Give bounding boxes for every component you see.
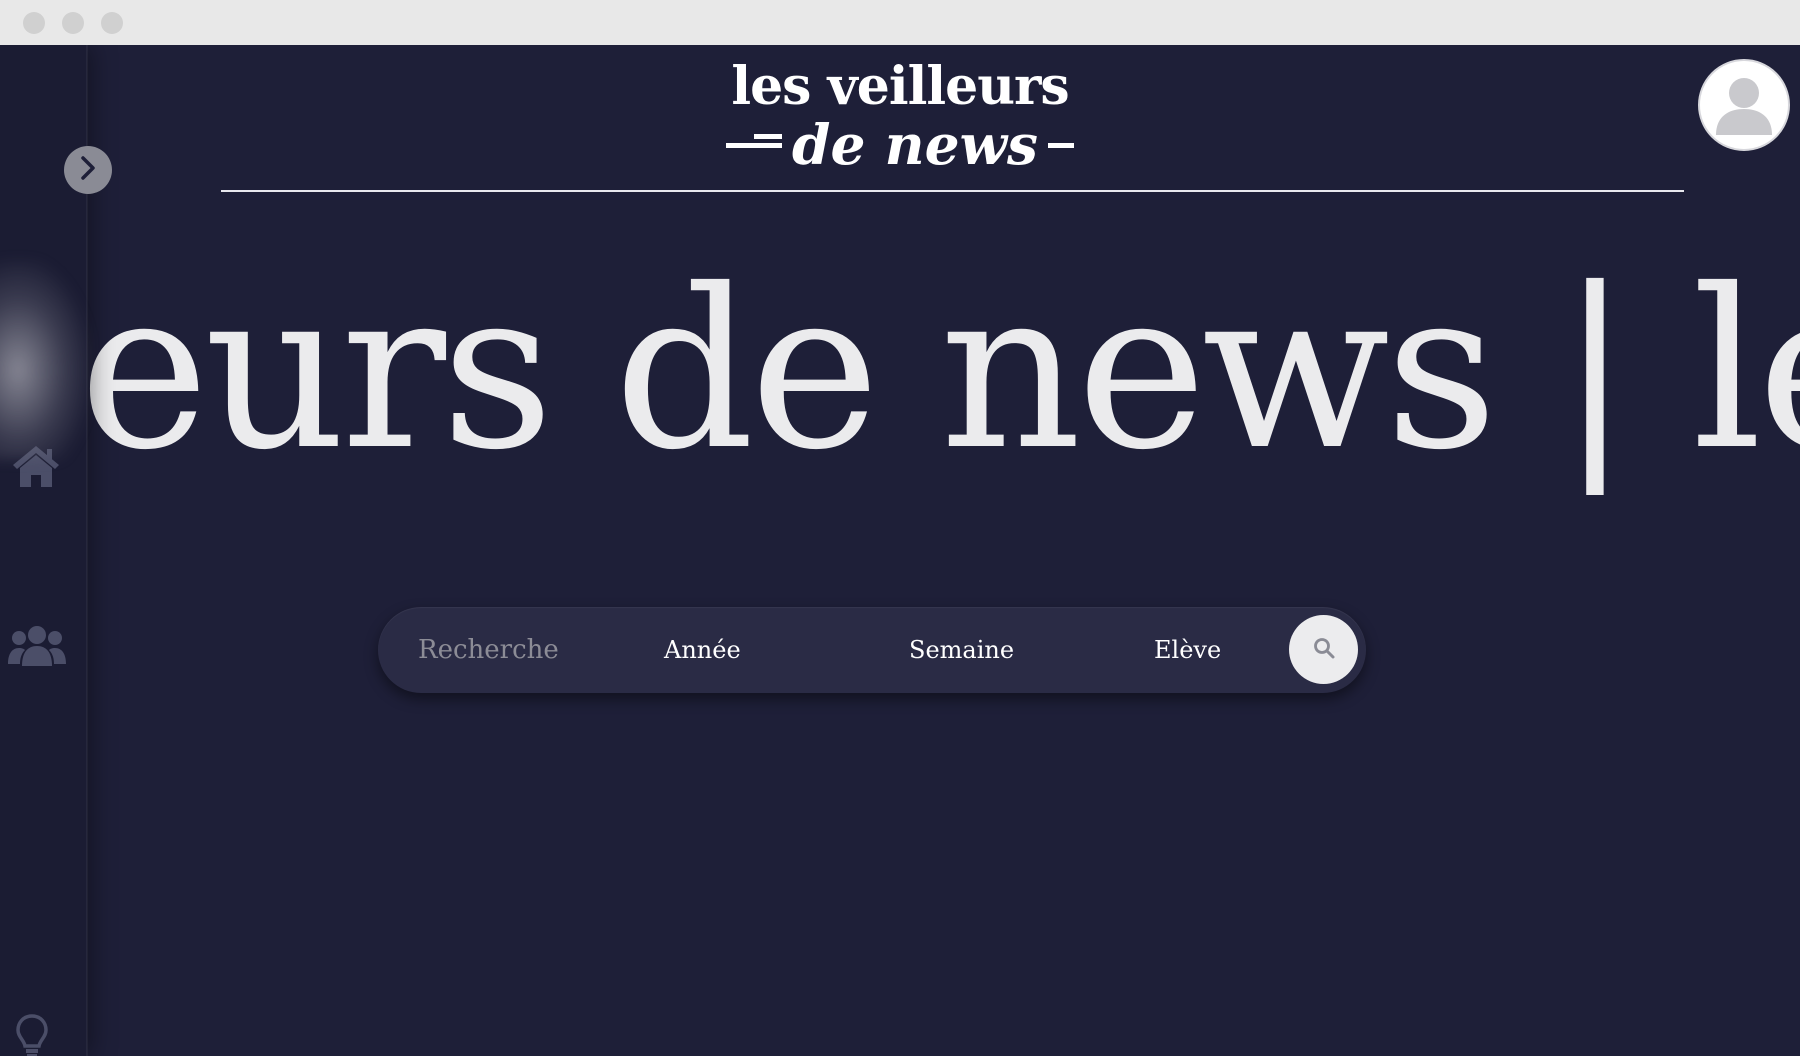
- filter-student[interactable]: Elève: [1154, 631, 1221, 669]
- brand-logo[interactable]: les veilleurs de news: [720, 57, 1080, 177]
- filter-year[interactable]: Année: [664, 631, 741, 669]
- window-close-button[interactable]: [23, 12, 45, 34]
- sidebar-highlight: [0, 260, 90, 460]
- search-bar: Année Semaine Elève: [378, 607, 1366, 693]
- user-avatar-icon: [1704, 63, 1784, 147]
- user-avatar-button[interactable]: [1698, 59, 1790, 151]
- app-main: les veilleurs de news eurs de news | les…: [0, 45, 1800, 1056]
- lightbulb-icon[interactable]: [12, 1011, 52, 1056]
- scrolling-banner: eurs de news | les v: [87, 245, 1800, 495]
- logo-dash-left: [726, 133, 783, 148]
- window-maximize-button[interactable]: [101, 12, 123, 34]
- logo-line-1: les veilleurs: [731, 56, 1069, 117]
- search-input[interactable]: [418, 627, 588, 673]
- sidebar: [0, 45, 88, 1056]
- logo-line-2: de news: [720, 117, 1080, 173]
- banner-text: eurs de news | les v: [87, 245, 1800, 495]
- users-icon[interactable]: [8, 620, 66, 672]
- search-icon: [1312, 636, 1336, 664]
- filter-week[interactable]: Semaine: [909, 631, 1014, 669]
- window-titlebar: [0, 0, 1800, 45]
- logo-line-2-text: de news: [792, 112, 1038, 177]
- sidebar-toggle-button[interactable]: [64, 146, 112, 194]
- header-divider: [221, 190, 1684, 192]
- chevron-right-icon: [77, 155, 99, 185]
- window-minimize-button[interactable]: [62, 12, 84, 34]
- logo-dash-right: [1047, 142, 1074, 148]
- search-button[interactable]: [1289, 615, 1358, 684]
